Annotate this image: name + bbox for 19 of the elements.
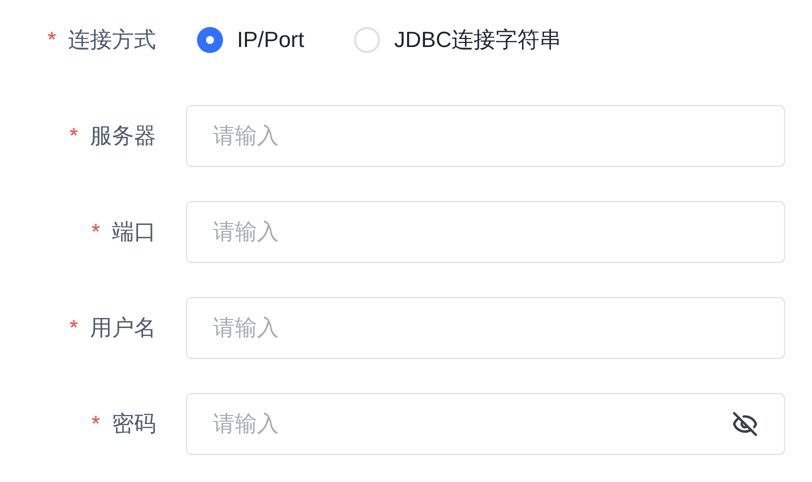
required-mark: *: [91, 411, 100, 437]
input-field[interactable]: 请输入: [186, 201, 785, 263]
radio-icon[interactable]: [197, 27, 223, 53]
radio-option[interactable]: JDBC连接字符串: [354, 25, 562, 55]
eye-off-icon[interactable]: [732, 411, 758, 437]
field-label: 连接方式: [68, 26, 156, 54]
field-label: 用户名: [90, 314, 156, 342]
radio-icon[interactable]: [354, 27, 380, 53]
field-label: 密码: [112, 410, 156, 438]
input-field[interactable]: 请输入: [186, 105, 785, 167]
required-mark: *: [69, 315, 78, 341]
radio-option[interactable]: IP/Port: [197, 27, 304, 53]
input-field[interactable]: 请输入: [186, 297, 785, 359]
field-label: 端口: [112, 218, 156, 246]
password-field[interactable]: 请输入: [186, 393, 785, 455]
required-mark: *: [69, 123, 78, 149]
field-label: 服务器: [90, 122, 156, 150]
required-mark: *: [91, 219, 100, 245]
required-mark: *: [47, 27, 56, 53]
